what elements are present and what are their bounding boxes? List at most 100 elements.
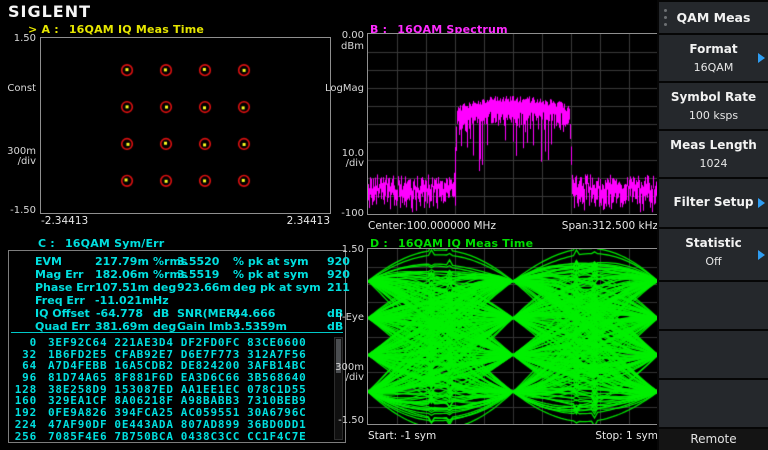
symbol-hex-table: 0 3EF92C64 221AE3D4 DF2FD0FC 83CE0600 32 1B6FD…	[9, 337, 345, 442]
symerr-cell	[233, 294, 327, 307]
spectrum-plot	[367, 33, 659, 215]
symerr-cell: Mag Err	[35, 268, 84, 281]
trace-a-title[interactable]: > A : 16QAM IQ Meas Time	[28, 23, 204, 36]
hex-row: 0 3EF92C64 221AE3D4 DF2FD0FC 83CE0600	[9, 337, 345, 349]
softkey-meas-length-value: 1024	[699, 157, 728, 170]
d-y-scale-unit: /div	[345, 372, 364, 383]
symerr-cell: % pk at sym	[233, 268, 309, 281]
softkey-blank	[659, 282, 768, 329]
symerr-table: EVM 217.79m %rms 3.5520% pk at sym 920 Mag Er…	[9, 255, 350, 333]
hex-group: CC1F4C7E	[247, 429, 307, 443]
softkey-symbol-rate-label: Symbol Rate	[670, 90, 757, 104]
symerr-cell: %rms	[153, 268, 188, 281]
symerr-row: IQ Offset -64.778 dB SNR(MER) 44.666 dB	[9, 307, 345, 320]
symerr-cell: 44.666	[233, 307, 276, 320]
submenu-arrow-icon	[758, 53, 765, 63]
hex-group: 0E443ADA	[114, 417, 174, 431]
remote-status[interactable]: Remote	[659, 429, 768, 450]
hex-row-index: 256	[14, 429, 37, 443]
symerr-cell: 107.51m	[95, 281, 149, 294]
symerr-cell: 920	[327, 268, 350, 281]
symerr-cell: deg pk at sym	[233, 281, 321, 294]
softkey-format-value: 16QAM	[693, 61, 734, 74]
hex-row-index: 224	[14, 417, 37, 431]
symerr-cell: 211	[327, 281, 350, 294]
instrument-screen: SIGLENT > A : 16QAM IQ Meas Time 1.50 Co…	[0, 0, 768, 450]
d-y-max-label: 1.50	[341, 244, 364, 255]
softkey-symbol-rate[interactable]: Symbol Rate 100 ksps	[659, 83, 768, 129]
softkey-blank	[659, 331, 768, 378]
symerr-row: EVM 217.79m %rms 3.5520 % pk at sym 920	[9, 255, 350, 268]
softkey-symbol-rate-value: 100 ksps	[688, 109, 739, 122]
hex-group: 0438C3CC	[180, 429, 241, 443]
hex-group: 221AE3D4	[114, 336, 174, 349]
softkey-meas-length[interactable]: Meas Length 1024	[659, 131, 768, 177]
hex-group: 7085F4E6	[48, 429, 108, 443]
softkey-statistic[interactable]: Statistic Off	[659, 229, 768, 280]
center-frequency-label: Center:100.000000 MHz	[368, 220, 496, 232]
hex-group: 47AF90DF	[48, 417, 108, 431]
b-y-min-label: -100	[341, 208, 364, 219]
symerr-cell: EVM	[35, 255, 62, 268]
a-y-scale-unit: /div	[17, 156, 36, 167]
b-y-scale-unit: /div	[345, 158, 364, 169]
b-frequency-labels: Center:100.000000 MHz Span:312.500 kHz	[368, 220, 658, 232]
hex-group: DF2FD0FC	[180, 336, 241, 349]
hex-group: 8F881F6D	[114, 371, 174, 385]
constellation-plot	[40, 37, 331, 214]
softkey-filter-setup-label: Filter Setup	[673, 195, 754, 209]
trace-a-letter: A :	[41, 23, 59, 36]
softkey-filter-setup[interactable]: Filter Setup	[659, 179, 768, 227]
symerr-cell: -11.021m	[95, 294, 154, 307]
trace-c-name: 16QAM Sym/Err	[64, 237, 165, 250]
menu-header[interactable]: QAM Meas	[659, 2, 768, 33]
softkey-statistic-value: Off	[705, 255, 722, 268]
symerr-cell: IQ Offset	[35, 307, 90, 320]
hex-group: 36BD0DD1	[247, 417, 307, 431]
symerr-cell: Phase Err	[35, 281, 95, 294]
hex-row: 224 47AF90DF 0E443ADA 807AD899 36BD0DD1	[9, 419, 345, 431]
symerr-panel: EVM 217.79m %rms 3.5520% pk at sym 920 Mag Er…	[8, 250, 350, 443]
d-y-axis-title: I-Eye	[339, 312, 364, 323]
hex-row-index: 96	[22, 371, 37, 385]
symerr-cell: %rms	[153, 255, 188, 268]
trace-a-name: 16QAM IQ Meas Time	[68, 23, 205, 36]
symerr-row: Freq Err -11.021m Hz	[9, 294, 345, 307]
a-y-min-label: -1.50	[10, 205, 36, 216]
softkey-format[interactable]: Format 16QAM	[659, 35, 768, 81]
d-time-labels: Start: -1 sym Stop: 1 sym	[368, 430, 658, 442]
span-label: Span:312.500 kHz	[561, 220, 658, 232]
trace-c-title[interactable]: C : 16QAM Sym/Err	[38, 237, 164, 250]
symerr-cell: 3.5520	[177, 255, 220, 268]
hex-group: EA3D6C66	[180, 371, 241, 385]
hex-group: 83CE0600	[247, 336, 307, 349]
softkey-statistic-label: Statistic	[685, 236, 742, 250]
hex-group: 807AD899	[180, 417, 241, 431]
a-x-max-label: 2.34413	[286, 215, 330, 227]
symerr-cell: -64.778	[95, 307, 143, 320]
hex-group: 3B568640	[247, 371, 307, 385]
hex-row: 256 7085F4E6 7B750BCA 0438C3CC CC1F4C7E	[9, 429, 345, 443]
softkey-meas-length-label: Meas Length	[670, 138, 757, 152]
eye-start-label: Start: -1 sym	[368, 430, 437, 442]
submenu-arrow-icon	[758, 249, 765, 260]
symerr-cell: 920	[327, 255, 350, 268]
b-y-max-label: 0.00	[341, 30, 364, 41]
siglent-logo: SIGLENT	[8, 2, 92, 21]
symerr-cell: 182.06m	[95, 268, 149, 281]
d-y-min-label: -1.50	[338, 415, 364, 426]
symerr-separator	[11, 332, 343, 333]
a-x-axis-labels: -2.34413 2.34413	[41, 215, 330, 227]
symerr-row: Phase Err 107.51m deg 923.66m deg pk at sym 2…	[9, 281, 350, 294]
symerr-cell: deg	[153, 281, 177, 294]
symerr-cell: dB	[153, 307, 170, 320]
symerr-cell: Freq Err	[35, 294, 85, 307]
symerr-cell: SNR(MER)	[177, 307, 240, 320]
a-y-max-label: 1.50	[13, 33, 36, 44]
eye-stop-label: Stop: 1 sym	[595, 430, 658, 442]
trace-c-letter: C :	[38, 237, 55, 250]
b-y-axis-title: LogMag	[325, 83, 364, 94]
eye-diagram-plot	[367, 248, 659, 425]
a-x-min-label: -2.34413	[41, 215, 89, 227]
menu-title: QAM Meas	[676, 10, 751, 25]
